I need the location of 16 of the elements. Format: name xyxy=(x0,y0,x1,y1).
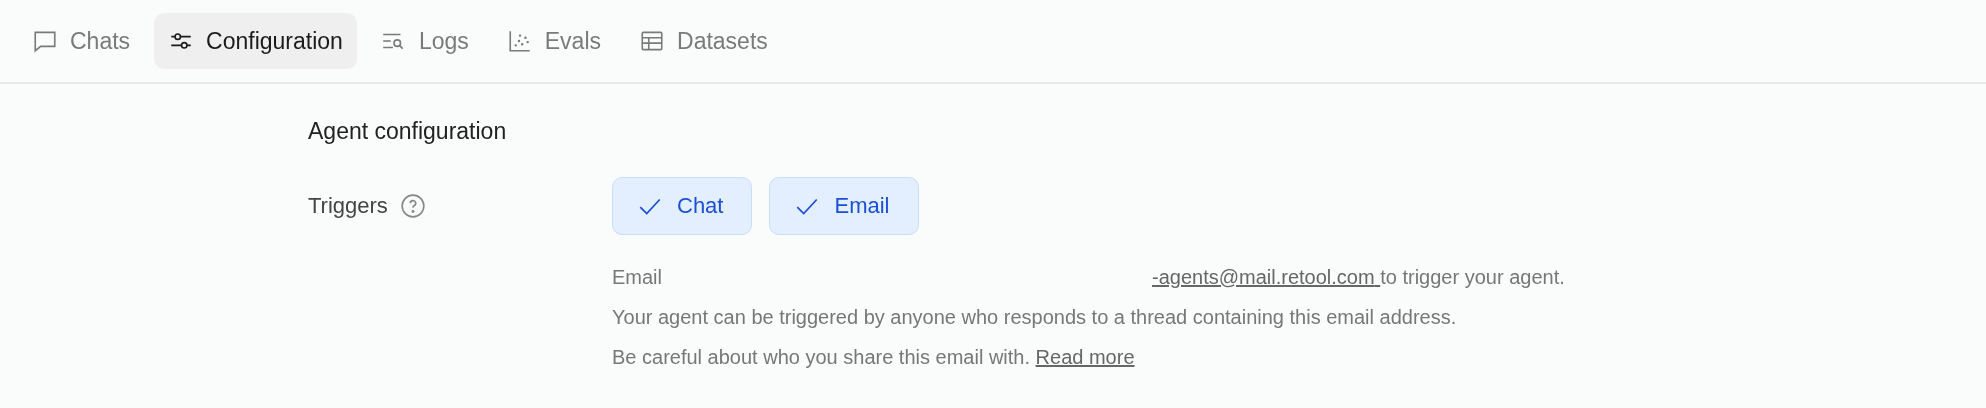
trigger-notice: Your agent can be triggered by anyone who responds to a thread containing this email address. xyxy=(612,305,1458,330)
tab[interactable]: Logs xyxy=(366,13,483,69)
tab[interactable]: Datasets xyxy=(625,13,782,69)
read-more-link[interactable]: Read more xyxy=(1035,346,1135,368)
tab[interactable]: Chats xyxy=(18,13,145,69)
help-icon[interactable] xyxy=(399,193,426,219)
share-warning: Be careful about who you share this email with. Read more xyxy=(612,345,1136,370)
field-label: Triggers xyxy=(308,193,388,219)
trigger-toggle[interactable]: Email xyxy=(769,177,919,235)
email-instructions: Email -agents@mail.retool.com to trigger your agent. xyxy=(612,265,1566,290)
section-title: Agent configuration xyxy=(308,118,508,145)
email-link[interactable]: -agents@mail.retool.com xyxy=(1152,266,1381,288)
tab[interactable]: Evals xyxy=(492,13,616,69)
trigger-toggle[interactable]: Chat xyxy=(612,177,753,235)
scatter-chart-icon xyxy=(506,28,533,54)
tab[interactable]: Configuration xyxy=(154,13,357,69)
